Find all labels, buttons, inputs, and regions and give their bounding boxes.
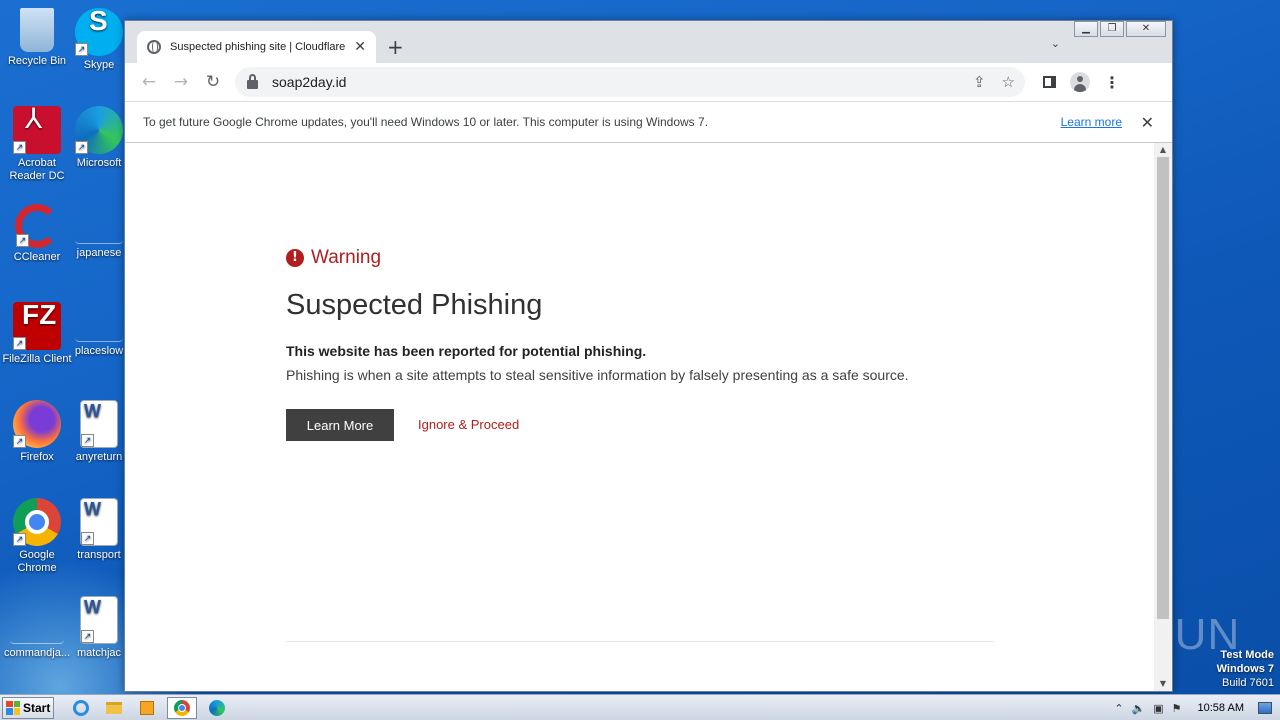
- globe-icon: [147, 40, 161, 54]
- tab-suspected-phishing[interactable]: Suspected phishing site | Cloudflare ✕: [137, 31, 376, 63]
- vertical-scrollbar[interactable]: ▲ ▼: [1154, 143, 1172, 691]
- chrome-icon: [174, 699, 190, 716]
- shortcut-arrow-icon: ↗: [16, 234, 29, 247]
- ccleaner-icon: ↗: [15, 204, 59, 248]
- scroll-thumb[interactable]: [1157, 157, 1169, 619]
- warning-header: ! Warning: [286, 247, 381, 269]
- recycle-bin-icon: [20, 8, 54, 52]
- bookmark-star-icon[interactable]: ☆: [1002, 73, 1015, 91]
- edge-icon: ↗: [75, 106, 123, 154]
- taskbar: Start ⌃ 🔈 ▣ ⚑ 10:58 AM: [0, 694, 1280, 720]
- infobar-learn-more-link[interactable]: Learn more: [1061, 115, 1122, 129]
- action-center-flag-icon[interactable]: ⚑: [1172, 702, 1182, 715]
- warning-exclamation-icon: !: [286, 249, 304, 267]
- shortcut-arrow-icon: ↗: [75, 141, 88, 154]
- shortcut-arrow-icon: ↗: [81, 434, 94, 447]
- ignore-proceed-link[interactable]: Ignore & Proceed: [418, 417, 519, 432]
- scroll-down-arrow-icon[interactable]: ▼: [1154, 677, 1172, 691]
- learn-more-button[interactable]: Learn More: [286, 409, 394, 441]
- network-icon[interactable]: ▣: [1153, 702, 1163, 715]
- new-tab-button[interactable]: +: [387, 35, 404, 59]
- chrome-window: ▁ ❐ ✕ Suspected phishing site | Cloudfla…: [124, 20, 1173, 692]
- file-icon: [10, 614, 64, 644]
- tab-title: Suspected phishing site | Cloudflare: [170, 41, 346, 53]
- page-title: Suspected Phishing: [286, 289, 543, 321]
- internet-explorer-icon: [73, 699, 89, 716]
- start-button[interactable]: Start: [2, 696, 54, 719]
- restore-button[interactable]: ❐: [1100, 21, 1124, 37]
- title-bar: ▁ ❐ ✕ Suspected phishing site | Cloudfla…: [125, 21, 1172, 63]
- shortcut-arrow-icon: ↗: [13, 435, 26, 448]
- word-doc-icon: W ↗: [80, 596, 118, 644]
- menu-dots-icon[interactable]: ⋮: [1104, 73, 1120, 92]
- test-mode-notice: Test Mode Windows 7 Build 7601: [1216, 649, 1274, 689]
- system-tray: ⌃ 🔈 ▣ ⚑ 10:58 AM: [1114, 695, 1280, 720]
- shortcut-arrow-icon: ↗: [81, 630, 94, 643]
- file-icon: [75, 204, 123, 244]
- shortcut-arrow-icon: ↗: [81, 532, 94, 545]
- acrobat-icon: ⅄ ↗: [13, 105, 61, 154]
- taskbar-edge[interactable]: [204, 697, 230, 719]
- address-bar[interactable]: soap2day.id ⇪ ☆: [235, 67, 1025, 97]
- firefox-icon: ↗: [13, 400, 61, 448]
- infobar-message: To get future Google Chrome updates, you…: [143, 115, 709, 129]
- folder-icon: [106, 701, 122, 714]
- url-text[interactable]: soap2day.id: [272, 74, 346, 90]
- clock[interactable]: 10:58 AM: [1198, 702, 1244, 714]
- volume-icon[interactable]: 🔈: [1132, 702, 1146, 715]
- forward-button[interactable]: →: [165, 68, 197, 96]
- chrome-icon: ↗: [13, 498, 61, 546]
- share-icon[interactable]: ⇪: [973, 73, 986, 91]
- back-button[interactable]: ←: [133, 68, 165, 96]
- lock-icon[interactable]: [247, 73, 258, 89]
- reload-button[interactable]: ↻: [197, 68, 229, 96]
- taskbar-ie[interactable]: [68, 697, 94, 719]
- word-doc-icon: W ↗: [80, 400, 118, 448]
- window-controls: ▁ ❐ ✕: [1072, 21, 1166, 37]
- taskbar-explorer[interactable]: [101, 697, 127, 719]
- show-desktop-button[interactable]: [1258, 702, 1272, 714]
- side-panel-icon[interactable]: [1043, 76, 1056, 88]
- tab-close-icon[interactable]: ✕: [354, 39, 366, 55]
- footer-divider: [286, 641, 994, 642]
- tab-search-chevron-icon[interactable]: ⌄: [1051, 37, 1060, 50]
- taskbar-chrome[interactable]: [167, 696, 197, 719]
- profile-avatar-icon[interactable]: [1070, 72, 1090, 92]
- phishing-reported-text: This website has been reported for poten…: [286, 343, 647, 359]
- taskbar-media-player[interactable]: [134, 697, 160, 719]
- filezilla-icon: FZ ↗: [13, 301, 61, 350]
- skype-icon: S ↗: [75, 7, 123, 56]
- shortcut-arrow-icon: ↗: [13, 141, 26, 154]
- warning-label: Warning: [311, 247, 382, 268]
- word-doc-icon: W ↗: [80, 498, 118, 546]
- edge-icon: [209, 699, 225, 716]
- minimize-button[interactable]: ▁: [1074, 21, 1098, 37]
- infobar-close-icon[interactable]: ✕: [1141, 113, 1154, 132]
- file-icon: [75, 302, 123, 342]
- windows-logo-icon: [6, 700, 20, 715]
- update-infobar: To get future Google Chrome updates, you…: [125, 101, 1172, 143]
- browser-toolbar: ← → ↻ soap2day.id ⇪ ☆ ⋮: [125, 63, 1172, 101]
- shortcut-arrow-icon: ↗: [13, 337, 26, 350]
- page-content: ! Warning Suspected Phishing This websit…: [125, 143, 1154, 691]
- media-player-icon: [140, 700, 154, 715]
- tray-expand-icon[interactable]: ⌃: [1114, 702, 1123, 715]
- scroll-up-arrow-icon[interactable]: ▲: [1154, 143, 1172, 157]
- shortcut-arrow-icon: ↗: [13, 533, 26, 546]
- phishing-description: Phishing is when a site attempts to stea…: [286, 367, 909, 383]
- shortcut-arrow-icon: ↗: [75, 43, 88, 56]
- close-window-button[interactable]: ✕: [1126, 21, 1166, 37]
